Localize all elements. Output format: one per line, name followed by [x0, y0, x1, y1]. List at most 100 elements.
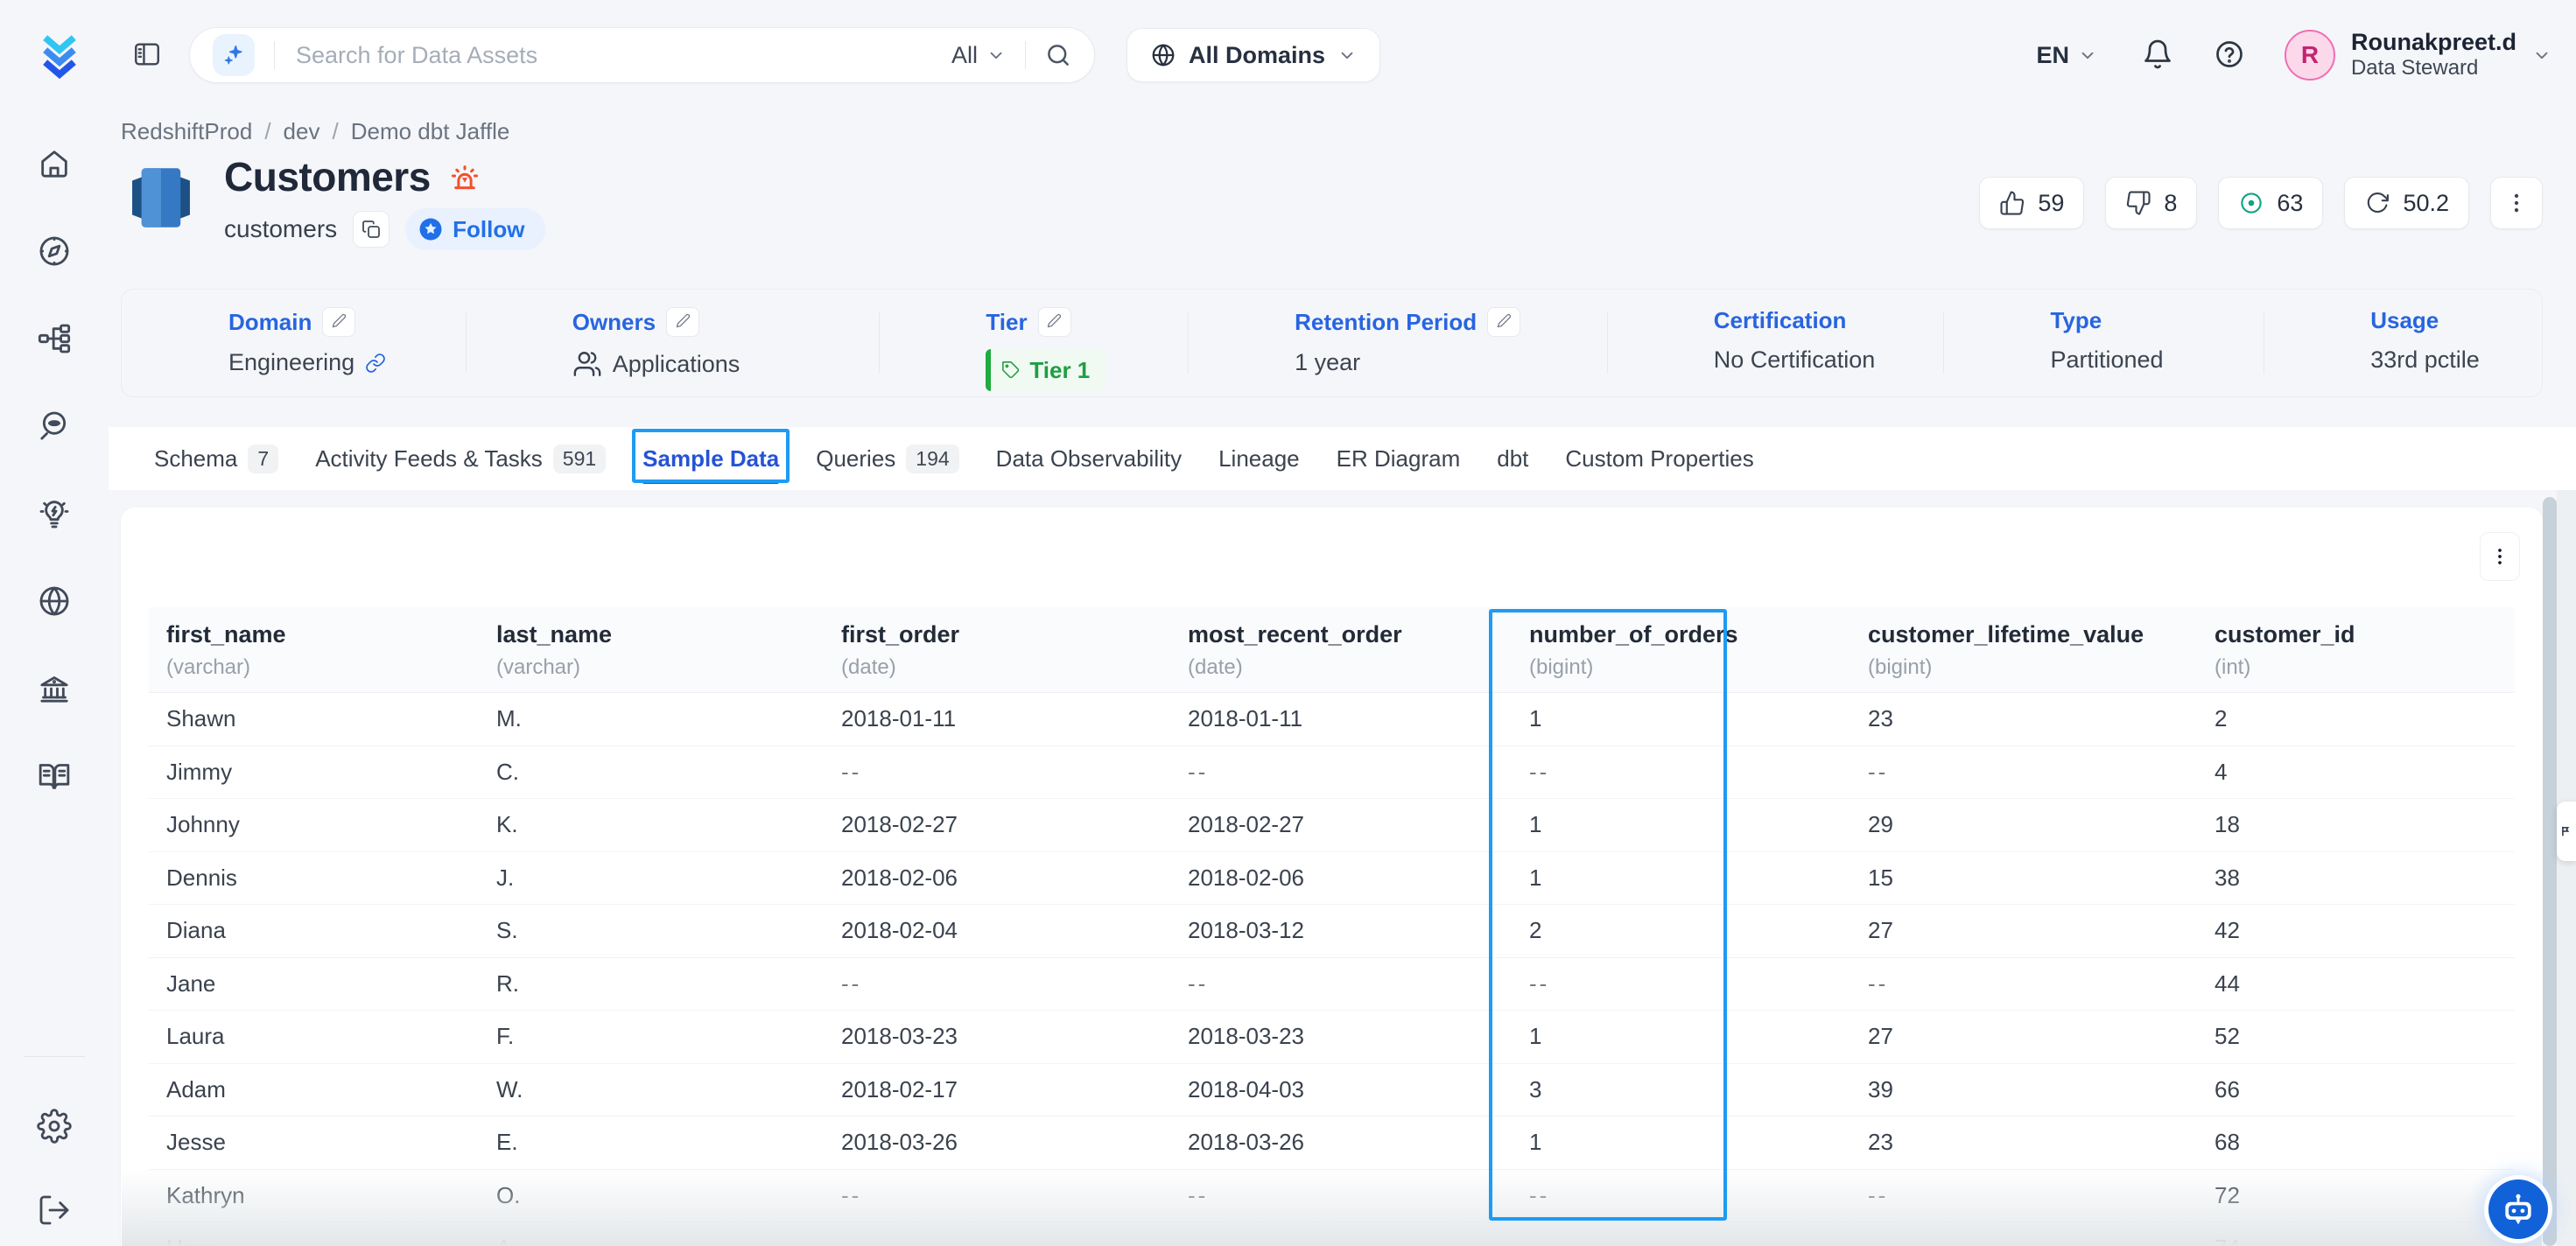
meta-value-certification: No Certification: [1714, 346, 1876, 374]
table-row: JohnnyK.2018-02-272018-02-2712918: [149, 799, 2515, 852]
table-cell: --: [1512, 1222, 1850, 1246]
meta-value-domain[interactable]: Engineering: [228, 349, 354, 376]
tab-data-observability[interactable]: Data Observability: [996, 427, 1182, 490]
global-search-bar[interactable]: All: [189, 27, 1095, 83]
tab-lineage[interactable]: Lineage: [1218, 427, 1300, 490]
tab-activity-feeds-tasks[interactable]: Activity Feeds & Tasks591: [315, 427, 606, 490]
breadcrumb-item[interactable]: dev: [284, 118, 320, 145]
web-icon: [37, 608, 72, 621]
edit-tier-button[interactable]: [1038, 307, 1071, 337]
table-cell: --: [1170, 1222, 1512, 1246]
sidebar-toggle-button[interactable]: [130, 38, 165, 73]
meta-value-owners: Applications: [613, 351, 741, 378]
table-cell: Jane: [149, 957, 479, 1011]
table-cell: S.: [479, 905, 824, 958]
language-dropdown[interactable]: EN: [2031, 41, 2102, 70]
table-cell: 74: [2197, 1222, 2515, 1246]
sidebar-item-discover[interactable]: [35, 408, 74, 446]
side-panel-handle[interactable]: [2557, 802, 2576, 861]
sidebar-item-governance[interactable]: [35, 670, 74, 709]
table-cell: 2018-02-06: [824, 851, 1170, 905]
table-cell: 44: [2197, 957, 2515, 1011]
tab-label: Lineage: [1218, 445, 1300, 472]
tab-sample-data[interactable]: Sample Data: [642, 427, 779, 490]
edit-domain-button[interactable]: [322, 307, 355, 337]
tab-queries[interactable]: Queries194: [816, 427, 958, 490]
table-row: AdamW.2018-02-172018-04-0333966: [149, 1063, 2515, 1116]
notifications-bell-icon[interactable]: [2141, 38, 2174, 72]
sidebar-item-home[interactable]: [35, 145, 74, 184]
table-cell: 23: [1850, 1116, 2197, 1170]
sidebar-item-lineage[interactable]: [35, 320, 74, 359]
copy-name-button[interactable]: [353, 211, 390, 248]
tab-label: Queries: [816, 445, 895, 472]
table-cell: Shawn: [149, 693, 479, 746]
sample-data-table: first_name(varchar)last_name(varchar)fir…: [149, 607, 2515, 1246]
chevron-down-icon: [2078, 46, 2097, 65]
main-content: RedshiftProd/dev/Demo dbt Jaffle Custome…: [109, 110, 2576, 1246]
table-cell: 1: [1512, 1116, 1850, 1170]
table-cell: --: [1850, 1169, 2197, 1222]
breadcrumb-item[interactable]: Demo dbt Jaffle: [351, 118, 510, 145]
popularity-score-button[interactable]: 50.2: [2344, 177, 2469, 229]
sidebar-item-compass[interactable]: [35, 233, 74, 271]
table-row: JesseE.2018-03-262018-03-2612368: [149, 1116, 2515, 1170]
table-cell: --: [1850, 957, 2197, 1011]
table-cell: --: [824, 957, 1170, 1011]
tab-custom-properties[interactable]: Custom Properties: [1565, 427, 1753, 490]
table-options-button[interactable]: [2480, 532, 2520, 581]
sample-data-panel: first_name(varchar)last_name(varchar)fir…: [121, 508, 2543, 1246]
all-domains-label: All Domains: [1189, 42, 1325, 69]
table-cell: 38: [2197, 851, 2515, 905]
upvotes-button[interactable]: 59: [1979, 177, 2084, 229]
ai-sparkle-icon[interactable]: [213, 34, 255, 76]
sidebar-item-glossary[interactable]: [35, 758, 74, 796]
tab-schema[interactable]: Schema7: [154, 427, 278, 490]
asset-options-button[interactable]: [2490, 177, 2543, 229]
meta-label-retention-period: Retention Period: [1295, 309, 1477, 336]
user-name: Rounakpreet.d: [2351, 29, 2516, 56]
all-domains-dropdown[interactable]: All Domains: [1127, 28, 1380, 82]
sidebar-item-insights[interactable]: [35, 495, 74, 534]
downvotes-button[interactable]: 8: [2105, 177, 2197, 229]
atlan-logo-icon[interactable]: [35, 31, 84, 80]
tab-er-diagram[interactable]: ER Diagram: [1337, 427, 1461, 490]
table-cell: 2018-01-11: [1170, 693, 1512, 746]
alert-announcement-icon[interactable]: [448, 160, 481, 193]
sidebar-item-web[interactable]: [35, 583, 74, 621]
scrollbar-thumb[interactable]: [2543, 497, 2557, 1246]
sidebar-item-settings[interactable]: [35, 1108, 74, 1146]
follow-label: Follow: [453, 216, 524, 243]
thumbs-down-icon: [2125, 190, 2151, 216]
table-cell: Jimmy: [149, 746, 479, 799]
sidebar-item-logout[interactable]: [35, 1192, 74, 1230]
table-cell: 2018-03-23: [824, 1011, 1170, 1064]
page: All All Domains EN R: [0, 0, 2576, 1246]
table-cell: Jesse: [149, 1116, 479, 1170]
breadcrumb-item[interactable]: RedshiftProd: [121, 118, 252, 145]
search-scope-dropdown[interactable]: All: [951, 42, 1006, 69]
table-cell: 1: [1512, 693, 1850, 746]
tab-dbt[interactable]: dbt: [1497, 427, 1528, 490]
table-cell: --: [824, 746, 1170, 799]
thumbs-up-icon: [1999, 190, 2025, 216]
search-input[interactable]: [294, 41, 951, 70]
follow-button[interactable]: Follow: [405, 208, 545, 250]
table-cell: 23: [1850, 693, 2197, 746]
table-cell: 27: [1850, 905, 2197, 958]
chatbot-button[interactable]: [2488, 1180, 2548, 1239]
user-menu[interactable]: R Rounakpreet.d Data Steward: [2285, 29, 2551, 81]
governance-icon: [37, 696, 72, 709]
edit-owners-button[interactable]: [666, 307, 699, 337]
tier-chip: Tier 1: [986, 349, 1106, 391]
asset-stats: 59 8 63 50.2: [1979, 177, 2543, 229]
table-cell: 1: [1512, 1011, 1850, 1064]
table-cell: Adam: [149, 1063, 479, 1116]
search-icon[interactable]: [1045, 42, 1071, 68]
meta-retention-period: Retention Period1 year: [1188, 290, 1607, 396]
help-icon[interactable]: [2213, 38, 2246, 72]
table-row: HarryA.--------74: [149, 1222, 2515, 1246]
edit-retention-period-button[interactable]: [1487, 307, 1520, 337]
announcements-button[interactable]: 63: [2218, 177, 2323, 229]
meta-value-type: Partitioned: [2050, 346, 2163, 374]
